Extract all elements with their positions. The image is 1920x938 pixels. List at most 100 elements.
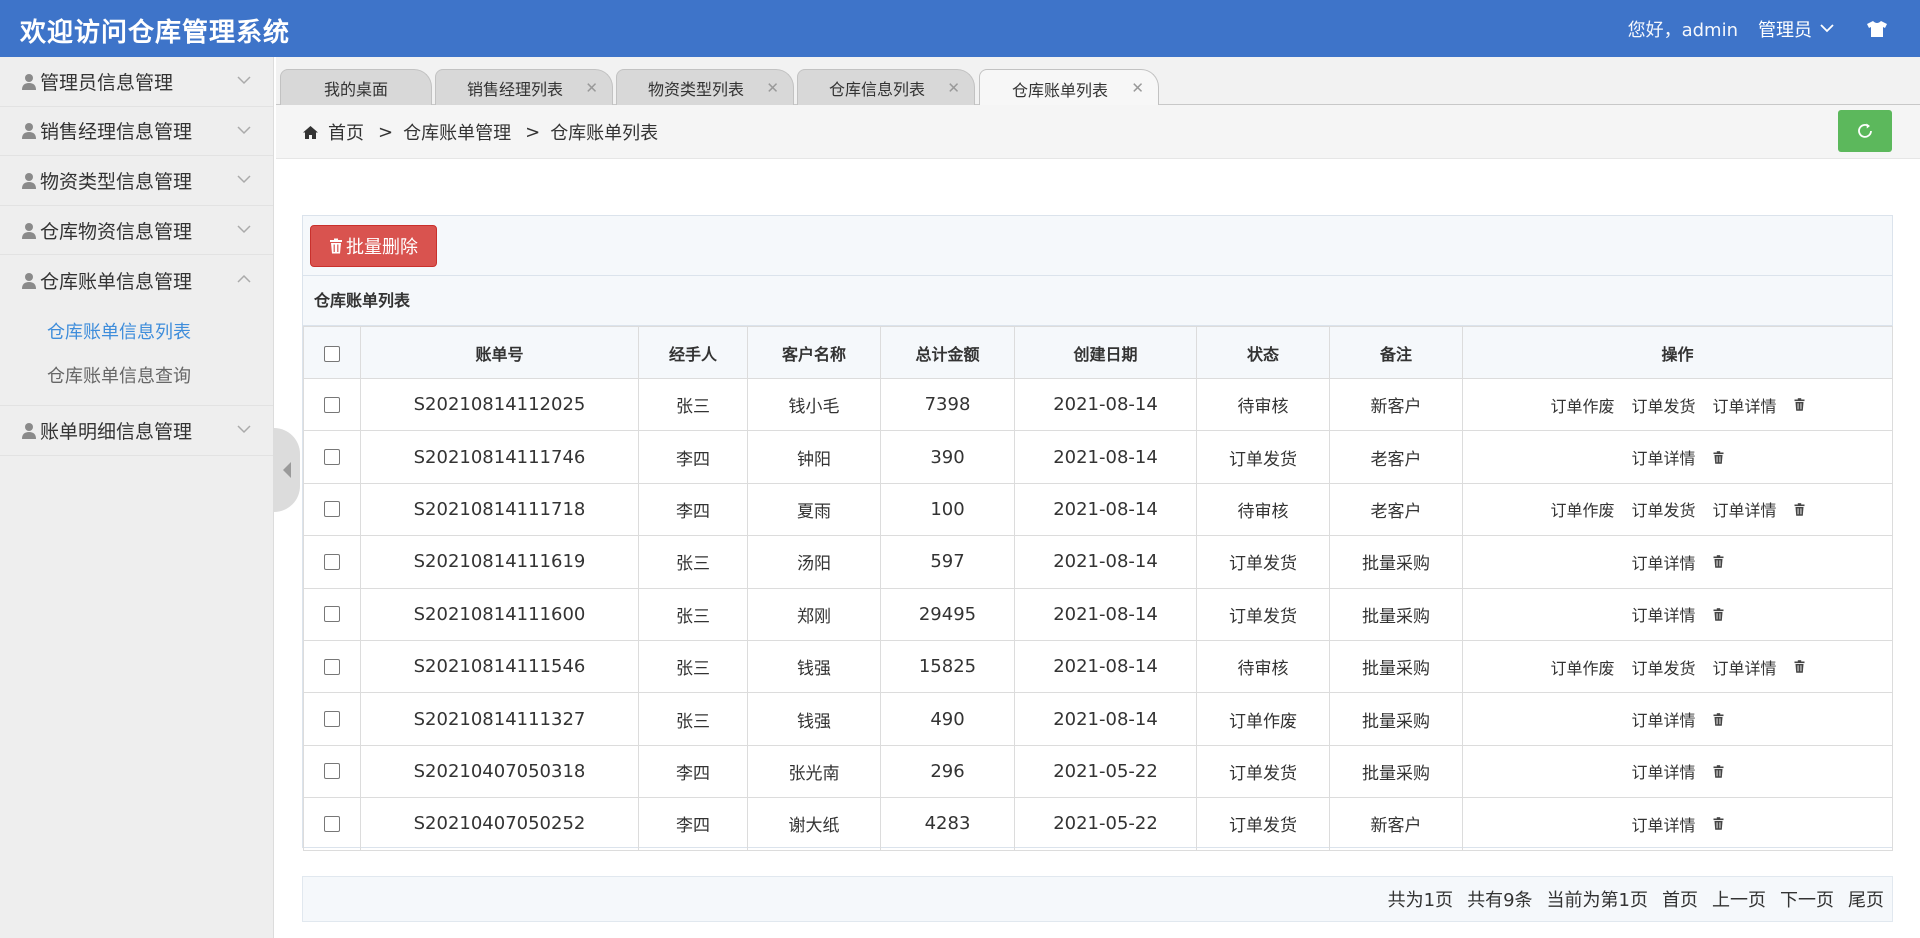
column-header-bill-no: 账单号 xyxy=(360,326,639,379)
cell-customer: 钱强 xyxy=(747,692,881,746)
pager-total-items: 共有9条 xyxy=(1467,890,1533,911)
cell-handler: 张三 xyxy=(638,587,748,641)
tab-material-type-list[interactable]: 物资类型列表 ✕ xyxy=(616,69,794,106)
greeting-text: 您好，admin xyxy=(1627,19,1738,41)
breadcrumb-current: 仓库账单列表 xyxy=(550,123,659,144)
sidebar-collapse-handle[interactable] xyxy=(274,428,300,512)
close-icon[interactable]: ✕ xyxy=(766,79,779,97)
order-detail-link[interactable]: 订单详情 xyxy=(1631,707,1695,731)
select-all-cell xyxy=(303,326,361,379)
row-checkbox[interactable] xyxy=(324,396,340,413)
row-checkbox[interactable] xyxy=(324,449,340,466)
row-checkbox[interactable] xyxy=(324,606,340,623)
chevron-down-icon xyxy=(237,126,251,134)
skin-shirt-icon[interactable] xyxy=(1866,20,1888,38)
table-row: S20210814111600 张三 郑刚 29495 2021-08-14 订单发货 批量… xyxy=(303,587,1893,641)
close-icon[interactable]: ✕ xyxy=(947,79,960,97)
tab-warehouse-bill-list[interactable]: 仓库账单列表 ✕ xyxy=(979,69,1159,107)
table-row: S20210814111619 张三 汤阳 597 2021-08-14 订单发货 批量采购… xyxy=(303,535,1893,589)
ship-order-link[interactable]: 订单发货 xyxy=(1631,655,1695,679)
submenu-item-bill-list[interactable]: 仓库账单信息列表 xyxy=(0,311,273,355)
ship-order-link[interactable]: 订单发货 xyxy=(1631,497,1695,521)
order-detail-link[interactable]: 订单详情 xyxy=(1631,550,1695,574)
row-select-cell xyxy=(303,482,361,537)
row-checkbox[interactable] xyxy=(324,711,340,728)
pager-next-link[interactable]: 下一页 xyxy=(1780,886,1834,912)
table-row: S20210814111746 李四 钟阳 390 2021-08-14 订单发货 老客户 订… xyxy=(303,430,1893,484)
tab-sales-manager-list[interactable]: 销售经理列表 ✕ xyxy=(435,69,613,106)
role-dropdown[interactable]: 管理员 xyxy=(1758,16,1834,42)
row-actions: 订单详情 xyxy=(1631,550,1723,574)
breadcrumb-home[interactable]: 首页 xyxy=(328,119,364,145)
row-select-cell xyxy=(303,639,361,694)
cell-actions: 订单作废 订单发货 订单详情 xyxy=(1462,482,1893,537)
order-detail-link[interactable]: 订单详情 xyxy=(1713,655,1777,679)
row-actions: 订单详情 xyxy=(1631,602,1723,626)
row-checkbox[interactable] xyxy=(324,501,340,518)
order-detail-link[interactable]: 订单详情 xyxy=(1713,497,1777,521)
cell-amount: 390 xyxy=(880,430,1015,484)
order-detail-link[interactable]: 订单详情 xyxy=(1631,759,1695,783)
pager-first-link[interactable]: 首页 xyxy=(1662,886,1698,912)
delete-row-trash-icon[interactable] xyxy=(1713,450,1724,464)
cell-bill-no: S20210407050252 xyxy=(360,797,639,851)
row-checkbox[interactable] xyxy=(324,815,340,832)
row-checkbox[interactable] xyxy=(324,658,340,675)
void-order-link[interactable]: 订单作废 xyxy=(1550,655,1614,679)
order-detail-link[interactable]: 订单详情 xyxy=(1631,445,1695,469)
delete-row-trash-icon[interactable] xyxy=(1713,607,1724,621)
cell-bill-no: S20210814111546 xyxy=(360,639,639,694)
cell-customer: 钱强 xyxy=(747,639,881,694)
row-actions: 订单详情 xyxy=(1631,812,1723,836)
order-detail-link[interactable]: 订单详情 xyxy=(1631,602,1695,626)
tab-desktop[interactable]: 我的桌面 xyxy=(280,69,432,106)
table-row: S20210407050318 李四 张光南 296 2021-05-22 订单发货 批量采… xyxy=(303,744,1893,799)
cell-actions: 订单详情 xyxy=(1462,430,1893,484)
close-icon[interactable]: ✕ xyxy=(1131,79,1144,97)
sidebar-item-label: 账单明细信息管理 xyxy=(40,420,193,443)
refresh-button[interactable] xyxy=(1838,110,1892,152)
row-actions: 订单详情 xyxy=(1631,759,1723,783)
sidebar-item-material-type[interactable]: 物资类型信息管理 xyxy=(0,156,273,206)
sidebar-item-warehouse-bill[interactable]: 仓库账单信息管理 xyxy=(0,255,273,305)
cell-actions: 订单详情 xyxy=(1462,535,1893,589)
home-icon xyxy=(303,125,318,139)
cell-note: 老客户 xyxy=(1329,430,1463,484)
submenu-warehouse-bill: 仓库账单信息列表 仓库账单信息查询 xyxy=(0,305,273,406)
order-detail-link[interactable]: 订单详情 xyxy=(1631,812,1695,836)
table-body: S20210814112025 张三 钱小毛 7398 2021-08-14 待审核 新客户… xyxy=(303,377,1893,851)
order-detail-link[interactable]: 订单详情 xyxy=(1713,393,1777,417)
batch-delete-button[interactable]: 批量删除 xyxy=(310,225,437,267)
void-order-link[interactable]: 订单作废 xyxy=(1550,393,1614,417)
delete-row-trash-icon[interactable] xyxy=(1713,765,1724,778)
sidebar-item-warehouse-material[interactable]: 仓库物资信息管理 xyxy=(0,206,273,256)
cell-amount: 296 xyxy=(880,744,1015,799)
select-all-checkbox[interactable] xyxy=(324,345,340,362)
pager-last-link[interactable]: 尾页 xyxy=(1848,886,1884,912)
row-checkbox[interactable] xyxy=(324,553,340,570)
void-order-link[interactable]: 订单作废 xyxy=(1550,497,1614,521)
column-header-status: 状态 xyxy=(1196,326,1330,379)
ship-order-link[interactable]: 订单发货 xyxy=(1631,393,1695,417)
cell-handler: 李四 xyxy=(638,744,748,799)
pager-prev-link[interactable]: 上一页 xyxy=(1712,886,1766,912)
sidebar-item-sales-manager[interactable]: 销售经理信息管理 xyxy=(0,107,273,157)
delete-row-trash-icon[interactable] xyxy=(1794,503,1805,516)
delete-row-trash-icon[interactable] xyxy=(1794,660,1805,673)
sidebar-item-bill-detail[interactable]: 账单明细信息管理 xyxy=(0,406,273,456)
sidebar-item-admin[interactable]: 管理员信息管理 xyxy=(0,57,273,107)
cell-status: 订单发货 xyxy=(1196,430,1330,484)
chevron-down-icon xyxy=(237,225,251,233)
breadcrumb-level1[interactable]: 仓库账单管理 xyxy=(403,119,511,145)
submenu-item-bill-query[interactable]: 仓库账单信息查询 xyxy=(0,355,273,399)
delete-row-trash-icon[interactable] xyxy=(1713,555,1724,569)
cell-customer: 郑刚 xyxy=(747,587,881,641)
delete-row-trash-icon[interactable] xyxy=(1713,817,1724,831)
bill-list-panel: 批量删除 仓库账单列表 账单号 经手人 客户名称 总计金额 创建日期 状态 备注… xyxy=(302,215,1893,851)
cell-date: 2021-05-22 xyxy=(1014,744,1197,799)
close-icon[interactable]: ✕ xyxy=(585,79,598,97)
tab-warehouse-info-list[interactable]: 仓库信息列表 ✕ xyxy=(797,69,975,106)
row-checkbox[interactable] xyxy=(324,763,340,780)
delete-row-trash-icon[interactable] xyxy=(1794,398,1805,411)
delete-row-trash-icon[interactable] xyxy=(1713,712,1724,726)
